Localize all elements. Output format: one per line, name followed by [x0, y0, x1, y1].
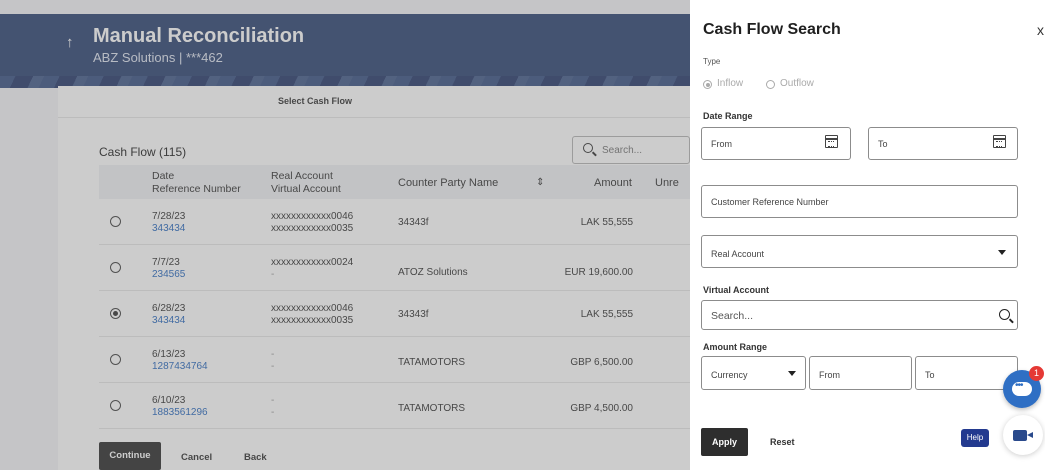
amount-from-placeholder: From: [819, 370, 840, 380]
date-to-field[interactable]: To: [868, 127, 1018, 160]
drawer-title: Cash Flow Search: [703, 21, 841, 38]
virtual-account-search[interactable]: Search...: [701, 300, 1018, 330]
chevron-down-icon: [788, 371, 796, 376]
chevron-down-icon: [998, 250, 1006, 255]
date-range-label: Date Range: [703, 111, 753, 121]
calendar-icon[interactable]: [825, 135, 838, 148]
amount-range-label: Amount Range: [703, 342, 767, 352]
virtual-account-label: Virtual Account: [703, 285, 770, 295]
close-icon[interactable]: x: [1037, 22, 1044, 38]
date-from-field[interactable]: From: [701, 127, 851, 160]
outflow-label: Outflow: [780, 78, 814, 89]
inflow-label: Inflow: [717, 78, 744, 89]
modal-overlay[interactable]: [0, 0, 690, 470]
amount-from-field[interactable]: From: [809, 356, 912, 390]
search-icon[interactable]: [999, 309, 1010, 320]
help-button[interactable]: Help: [961, 429, 989, 447]
reset-button[interactable]: Reset: [770, 437, 795, 447]
inflow-radio[interactable]: [703, 80, 712, 89]
real-account-select[interactable]: Real Account: [701, 235, 1018, 268]
date-to-placeholder: To: [878, 139, 888, 149]
currency-select[interactable]: Currency: [701, 356, 806, 390]
calendar-icon[interactable]: [993, 135, 1006, 148]
chat-icon: [1012, 380, 1032, 396]
outflow-radio[interactable]: [766, 80, 775, 89]
type-label: Type: [703, 57, 721, 66]
currency-placeholder: Currency: [711, 370, 748, 380]
video-camera-icon: [1013, 430, 1033, 441]
video-call-button[interactable]: [1003, 415, 1043, 455]
cash-flow-search-drawer: Cash Flow Search x Type Inflow Outflow D…: [690, 0, 1045, 470]
customer-reference-placeholder: Customer Reference Number: [711, 197, 829, 207]
apply-button[interactable]: Apply: [701, 428, 748, 456]
virtual-account-search-placeholder: Search...: [711, 310, 754, 322]
amount-to-placeholder: To: [925, 370, 935, 380]
customer-reference-field[interactable]: Customer Reference Number: [701, 185, 1018, 218]
real-account-placeholder: Real Account: [711, 249, 765, 259]
main-page: ↑ Manual Reconciliation ABZ Solutions | …: [0, 0, 690, 470]
notification-badge: 1: [1029, 366, 1044, 381]
date-from-placeholder: From: [711, 139, 732, 149]
